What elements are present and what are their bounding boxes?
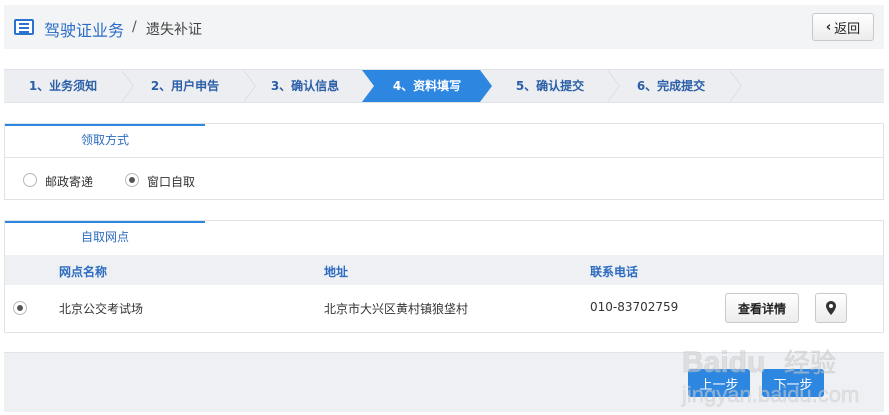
breadcrumb-current: 遗失补证 [146,22,202,38]
page-title: 驾驶证业务 [44,21,125,40]
active-step-tail [362,70,374,102]
next-step-button[interactable]: 下一步 [762,369,824,397]
map-location-button[interactable] [815,293,847,323]
outlet-phone: 010-83702759 [590,300,679,314]
step-progress-bar: 1、业务须知 2、用户申告 3、确认信息 4、资料填写 5、确认提交 6、完成提… [4,69,884,103]
step-divider [729,70,742,102]
table-header: 网点名称 地址 联系电话 [5,255,883,285]
tab-pickup-method: 领取方式 [5,124,205,157]
form-footer: 上一步 下一步 [4,352,884,412]
outlet-name: 北京公交考试场 [59,302,144,316]
pickup-outlet-panel: 自取网点 网点名称 地址 联系电话 北京公交考试场 北京市大兴区黄村镇狼垡村 0… [4,220,884,333]
active-step-arrow [480,70,492,102]
back-button[interactable]: ‹ 返回 [812,13,874,41]
column-header-address: 地址 [324,265,349,279]
view-details-button[interactable]: 查看详情 [725,293,799,323]
map-pin-icon [826,301,836,315]
column-header-name: 网点名称 [59,265,108,279]
radio-postal-delivery[interactable] [23,173,37,187]
chevron-left-icon: ‹ [825,19,832,35]
radio-label-postal: 邮政寄递 [45,175,94,189]
table-row: 北京公交考试场 北京市大兴区黄村镇狼垡村 010-83702759 查看详情 [5,285,883,331]
radio-window-pickup[interactable] [125,173,139,187]
outlet-address: 北京市大兴区黄村镇狼垡村 [324,302,469,316]
panel-divider [5,157,883,158]
back-button-label: 返回 [834,21,861,37]
column-header-phone: 联系电话 [590,265,639,279]
pickup-method-panel: 领取方式 邮政寄递 窗口自取 [4,123,884,200]
step-2: 2、用户申告 [150,79,220,93]
step-6: 6、完成提交 [636,79,706,93]
list-icon [14,19,34,35]
radio-label-window: 窗口自取 [147,175,196,189]
previous-step-button[interactable]: 上一步 [688,369,750,397]
radio-select-outlet[interactable] [13,301,27,315]
step-3: 3、确认信息 [270,79,340,93]
breadcrumb-separator: / [132,19,137,35]
tab-pickup-outlet: 自取网点 [5,221,205,254]
step-1: 1、业务须知 [28,79,98,93]
page-header: 驾驶证业务 / 遗失补证 ‹ 返回 [4,5,884,49]
step-4-active: 4、资料填写 [374,70,480,102]
step-5: 5、确认提交 [515,79,585,93]
